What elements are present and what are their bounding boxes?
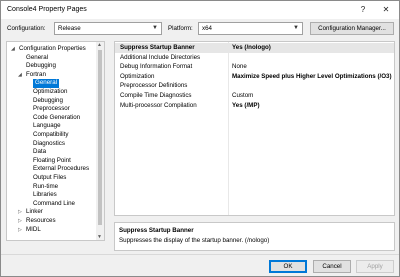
tree-item[interactable]: Floating Point: [7, 157, 97, 165]
tree-item-label: Configuration Properties: [19, 45, 86, 52]
collapsed-icon[interactable]: ▷: [18, 217, 22, 225]
configuration-manager-button[interactable]: Configuration Manager...: [310, 22, 394, 35]
tree-item[interactable]: Optimization: [7, 88, 97, 96]
tree-item[interactable]: ▷ Linker: [7, 208, 97, 216]
expanded-icon[interactable]: ◢: [11, 45, 15, 53]
tree-item-label: Debugging: [26, 62, 56, 70]
collapsed-icon[interactable]: ▷: [18, 226, 22, 234]
configuration-value: Release: [58, 25, 81, 32]
chevron-down-icon: ▼: [152, 25, 158, 31]
description-text: Suppresses the display of the startup ba…: [119, 237, 270, 244]
tree-item[interactable]: ◢ Configuration Properties: [7, 45, 97, 53]
property-name: Suppress Startup Banner: [120, 44, 195, 51]
tree-item-label: Command Line: [33, 199, 75, 207]
help-icon[interactable]: ?: [353, 3, 373, 17]
property-row[interactable]: Suppress Startup Banner Yes (/nologo): [115, 43, 394, 53]
tree-item[interactable]: Language: [7, 122, 97, 130]
description-panel: Suppress Startup Banner Suppresses the d…: [114, 222, 395, 251]
configuration-bar: Configuration: Release ▼ Platform: x64 ▼…: [1, 19, 399, 39]
tree-item[interactable]: Libraries: [7, 191, 97, 199]
property-name: Additional Include Directories: [120, 53, 201, 61]
footer-divider: [1, 254, 399, 255]
property-grid: Suppress Startup Banner Yes (/nologo) Addi…: [114, 41, 395, 216]
tree-item[interactable]: ▷ Resources: [7, 217, 97, 225]
property-name: Multi-processor Compilation: [120, 101, 197, 109]
property-name: Preprocessor Definitions: [120, 82, 188, 90]
property-row[interactable]: Multi-processor Compilation Yes (/MP): [115, 101, 394, 111]
tree-item-label: General: [33, 79, 60, 88]
close-icon[interactable]: ✕: [376, 3, 396, 17]
tree-item[interactable]: General: [7, 54, 97, 62]
property-value[interactable]: Maximize Speed plus Higher Level Optimiz…: [232, 72, 392, 82]
property-pages-window: Console4 Property Pages ? ✕ Configuratio…: [0, 0, 400, 277]
tree-item[interactable]: Diagnostics: [7, 140, 97, 148]
platform-dropdown[interactable]: x64 ▼: [198, 22, 303, 35]
scrollbar-thumb[interactable]: [98, 50, 102, 225]
configuration-label: Configuration:: [7, 25, 46, 32]
apply-button[interactable]: Apply: [356, 260, 394, 273]
collapsed-icon[interactable]: ▷: [18, 208, 22, 216]
tree-item[interactable]: General: [7, 79, 97, 88]
tree-item-label: Data: [33, 148, 47, 156]
tree-item[interactable]: ◢ Fortran: [7, 71, 97, 79]
tree-item-label: Debugging: [33, 96, 63, 104]
tree-item-label: Libraries: [33, 191, 57, 199]
property-value[interactable]: Yes (/nologo): [232, 43, 271, 53]
tree-item[interactable]: Command Line: [7, 200, 97, 208]
tree-item[interactable]: Compatibility: [7, 131, 97, 139]
tree-item-label: Compatibility: [33, 131, 69, 138]
property-name: Optimization: [120, 72, 155, 80]
property-row[interactable]: Optimization Maximize Speed plus Higher L…: [115, 72, 394, 82]
tree-item-label: Code Generation: [33, 113, 81, 121]
title-bar: Console4 Property Pages ? ✕: [1, 1, 399, 19]
cancel-button[interactable]: Cancel: [313, 260, 351, 273]
tree-item[interactable]: Run-time: [7, 183, 97, 191]
tree-item[interactable]: Preprocessor: [7, 105, 97, 113]
tree-item-label: External Procedures: [33, 165, 90, 173]
scroll-down-icon[interactable]: ▼: [97, 234, 102, 240]
tree-scrollbar[interactable]: ▲ ▼: [96, 42, 104, 240]
tree-item-label: Output Files: [33, 174, 67, 181]
property-value[interactable]: Yes (/MP): [232, 101, 260, 111]
tree-item-label: Optimization: [33, 88, 68, 95]
tree-item-label: MIDL: [26, 225, 41, 233]
tree-item-label: Language: [33, 122, 61, 130]
tree-item-label: Floating Point: [33, 156, 71, 164]
platform-value: x64: [202, 25, 212, 32]
tree-item[interactable]: Data: [7, 148, 97, 156]
platform-label: Platform:: [168, 25, 193, 32]
configuration-dropdown[interactable]: Release ▼: [54, 22, 162, 35]
property-row[interactable]: Debug Information Format None: [115, 62, 394, 72]
property-tree[interactable]: ▲ ▼ ◢ Configuration Properties General Debu…: [6, 41, 105, 241]
tree-item-label: Preprocessor: [33, 105, 70, 113]
tree-item[interactable]: ▷ MIDL: [7, 226, 97, 234]
tree-item-label: Fortran: [26, 70, 46, 78]
tree-item[interactable]: External Procedures: [7, 165, 97, 173]
tree-item[interactable]: Code Generation: [7, 114, 97, 122]
chevron-down-icon: ▼: [293, 25, 299, 31]
property-value[interactable]: Custom: [232, 91, 253, 101]
tree-item-label: Diagnostics: [33, 139, 65, 147]
property-row[interactable]: Compile Time Diagnostics Custom: [115, 91, 394, 101]
expanded-icon[interactable]: ◢: [18, 71, 22, 79]
tree-item-label: Linker: [26, 208, 43, 216]
scroll-up-icon[interactable]: ▲: [97, 42, 102, 48]
tree-item[interactable]: Debugging: [7, 97, 97, 105]
ok-button[interactable]: OK: [269, 260, 307, 273]
tree-item-label: Run-time: [33, 182, 59, 190]
property-value[interactable]: None: [232, 62, 247, 72]
tree-item-label: Resources: [26, 217, 56, 224]
description-title: Suppress Startup Banner: [119, 227, 194, 234]
property-row[interactable]: Additional Include Directories: [115, 53, 394, 63]
tree-item-label: General: [26, 53, 49, 61]
property-name: Compile Time Diagnostics: [120, 92, 192, 99]
property-row[interactable]: Preprocessor Definitions: [115, 81, 394, 91]
tree-item[interactable]: Output Files: [7, 174, 97, 182]
tree-item[interactable]: Debugging: [7, 62, 97, 70]
window-title: Console4 Property Pages: [7, 6, 87, 13]
property-name: Debug Information Format: [120, 63, 193, 71]
